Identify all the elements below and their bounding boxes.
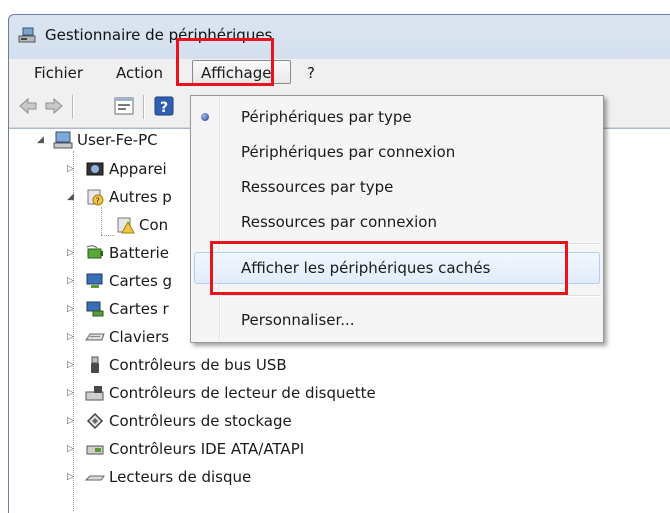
affichage-menu: Périphériques par type Périphériques par… xyxy=(190,95,604,343)
tree-item-label: Cartes r xyxy=(109,300,169,318)
computer-icon xyxy=(53,131,73,149)
affichage-highlight-box xyxy=(176,38,274,86)
menu-item-resources-by-type[interactable]: Ressources par type xyxy=(241,175,393,199)
tree-item-label: Claviers xyxy=(109,328,170,346)
tree-item[interactable]: Contrôleurs de lecteur de disquette xyxy=(85,382,376,404)
menu-separator xyxy=(223,295,601,297)
network-adapter-icon xyxy=(86,301,104,317)
expand-toggle[interactable]: ▷ xyxy=(67,417,76,426)
usb-icon xyxy=(91,356,99,373)
properties-icon[interactable] xyxy=(113,95,135,117)
collapse-toggle[interactable]: ◢ xyxy=(67,193,76,202)
expand-toggle[interactable]: ▷ xyxy=(67,277,76,286)
keyboard-icon xyxy=(85,333,105,341)
expand-toggle[interactable]: ▷ xyxy=(67,361,76,370)
expand-toggle[interactable]: ▷ xyxy=(67,445,76,454)
menu-item-devices-by-type[interactable]: Périphériques par type xyxy=(241,105,412,129)
title-bar[interactable]: Gestionnaire de périphériques xyxy=(9,15,670,55)
tree-root-label: User-Fe-PC xyxy=(77,131,158,149)
display-adapter-icon xyxy=(86,273,103,288)
tree-item-label: Contrôleurs de bus USB xyxy=(109,356,287,374)
tree-item[interactable]: Batterie xyxy=(85,242,169,264)
forward-icon[interactable] xyxy=(43,95,65,117)
audio-devices-icon xyxy=(86,162,104,176)
radio-bullet-icon xyxy=(201,113,209,121)
tree-item-label: Contrôleurs de lecteur de disquette xyxy=(109,384,376,402)
menu-bar: Fichier Action Affichage ? xyxy=(9,59,670,87)
tree-item-label: Apparei xyxy=(109,160,167,178)
other-devices-icon: ? xyxy=(87,189,104,206)
tree-item[interactable]: Apparei xyxy=(85,158,167,180)
expand-toggle[interactable]: ▷ xyxy=(67,333,76,342)
tree-item-label: Contrôleurs IDE ATA/ATAPI xyxy=(109,440,305,458)
tree-item-label: Lecteurs de disque xyxy=(109,468,252,486)
storage-icon xyxy=(86,412,104,430)
tree-item[interactable]: Contrôleurs IDE ATA/ATAPI xyxy=(85,438,304,460)
device-manager-icon xyxy=(18,27,36,43)
battery-icon xyxy=(86,245,103,259)
unknown-device-icon xyxy=(117,217,135,234)
tree-item-label: Con xyxy=(139,216,169,234)
toolbar-separator xyxy=(72,95,74,119)
expand-toggle[interactable]: ▷ xyxy=(67,389,76,398)
tree-item-label: Batterie xyxy=(109,244,170,262)
menu-gutter xyxy=(219,98,221,340)
tree-line xyxy=(101,207,102,235)
tree-item[interactable]: Con xyxy=(115,214,168,236)
tree-item[interactable]: Contrôleurs de bus USB xyxy=(85,354,287,376)
toolbar-separator xyxy=(143,95,145,119)
tree-item-label: Cartes g xyxy=(109,272,173,290)
tree-item[interactable]: Contrôleurs de stockage xyxy=(85,410,292,432)
tree-item-label: Autres p xyxy=(109,188,172,206)
svg-text:?: ? xyxy=(96,197,100,206)
expand-toggle[interactable]: ▷ xyxy=(67,249,76,258)
expand-toggle[interactable]: ▷ xyxy=(67,473,76,482)
tree-item[interactable]: Claviers xyxy=(85,326,169,348)
tree-root[interactable]: User-Fe-PC xyxy=(53,129,158,151)
help-icon[interactable]: ? xyxy=(153,95,175,117)
expand-toggle[interactable]: ▷ xyxy=(67,305,76,314)
ide-icon xyxy=(86,445,104,455)
menu-fichier[interactable]: Fichier xyxy=(34,64,83,84)
back-icon[interactable] xyxy=(17,95,39,117)
menu-item-resources-by-connection[interactable]: Ressources par connexion xyxy=(241,210,437,234)
tree-item[interactable]: Cartes r xyxy=(85,298,169,320)
tree-item-label: Contrôleurs de stockage xyxy=(109,412,292,430)
floppy-icon xyxy=(85,386,104,401)
tree-item[interactable]: ? Autres p xyxy=(85,186,172,208)
menu-help[interactable]: ? xyxy=(307,64,315,84)
hidden-devices-highlight-box xyxy=(210,241,568,295)
tree-line xyxy=(73,151,74,511)
disk-drive-icon xyxy=(85,475,105,481)
menu-item-devices-by-connection[interactable]: Périphériques par connexion xyxy=(241,140,455,164)
collapse-toggle[interactable]: ◢ xyxy=(37,136,46,145)
tree-line xyxy=(101,235,115,236)
tree-item[interactable]: Lecteurs de disque xyxy=(85,466,251,488)
expand-toggle[interactable]: ▷ xyxy=(67,165,76,174)
tree-item[interactable]: Cartes g xyxy=(85,270,172,292)
svg-text:?: ? xyxy=(160,100,168,116)
menu-item-customize[interactable]: Personnaliser... xyxy=(241,308,355,332)
menu-action[interactable]: Action xyxy=(116,64,163,84)
